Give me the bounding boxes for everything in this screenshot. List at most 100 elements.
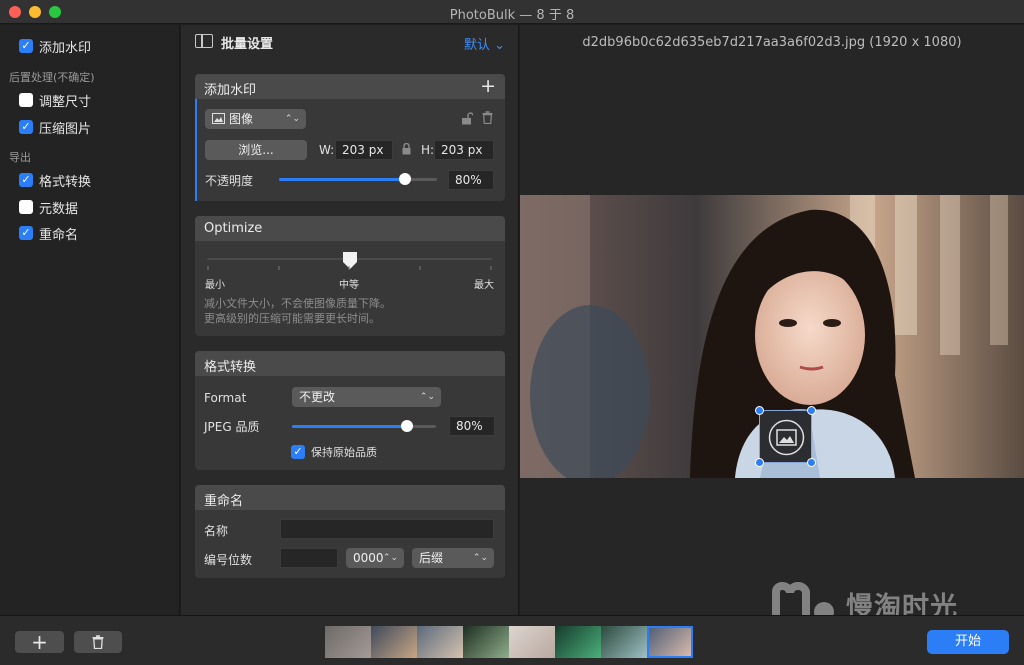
thumbnail[interactable] [601, 626, 647, 658]
optimize-mid-label: 中等 [339, 280, 359, 291]
digits-label: 编号位数 [204, 553, 253, 567]
format-checkbox[interactable] [19, 173, 33, 187]
watermark-overlay[interactable] [755, 406, 816, 467]
keep-quality-checkbox[interactable] [291, 445, 305, 459]
name-label: 名称 [204, 524, 229, 538]
select-value: 0000 [353, 551, 384, 565]
section-post-processing: 后置处理(不确定) [9, 71, 95, 84]
section-export: 导出 [9, 151, 31, 164]
sidebar-toggle-icon[interactable] [195, 34, 213, 48]
jpeg-quality-slider[interactable] [292, 420, 436, 432]
compress-checkbox[interactable] [19, 120, 33, 134]
select-value: 图像 [229, 112, 254, 126]
resize-handle[interactable] [755, 406, 764, 415]
resize-handle[interactable] [807, 406, 816, 415]
trash-icon [92, 635, 104, 649]
thumbnail-selected[interactable] [647, 626, 693, 658]
bottom-toolbar: + 开始 [0, 615, 1024, 665]
preset-dropdown[interactable]: 默认 ⌄ [464, 34, 505, 53]
metadata-checkbox[interactable] [19, 200, 33, 214]
lock-icon[interactable] [402, 143, 411, 155]
chevron-updown-icon: ⌃⌄ [284, 114, 300, 124]
select-value: 后缀 [419, 551, 444, 565]
keep-quality-label: 保持原始品质 [311, 446, 377, 459]
optimize-max-label: 最大 [474, 280, 494, 291]
thumbnail[interactable] [463, 626, 509, 658]
watermark-checkbox[interactable] [19, 39, 33, 53]
delete-images-button[interactable] [74, 631, 122, 653]
preview-panel: d2db96b0c62d635eb7d217aa3a6f02d3.jpg (19… [520, 25, 1024, 615]
format-card: 格式转换 Format 不更改 ⌃⌄ JPEG 品质 80% 保持原始品质 [195, 351, 505, 470]
optimize-description: 减小文件大小，不会使图像质量下降。 更高级别的压缩可能需要更长时间。 [204, 296, 391, 326]
add-watermark-button[interactable]: + [480, 75, 496, 97]
sidebar-item-label: 格式转换 [39, 174, 92, 190]
thumbnail[interactable] [509, 626, 555, 658]
image-icon [212, 113, 225, 124]
sidebar-item-rename[interactable]: 重命名 [19, 224, 79, 243]
optimize-min-label: 最小 [205, 280, 225, 291]
panel-title: 批量设置 [221, 37, 274, 52]
suffix-select[interactable]: 后缀 ⌃⌄ [412, 548, 494, 568]
chevron-updown-icon: ⌃⌄ [472, 553, 488, 563]
resize-handle[interactable] [807, 458, 816, 467]
card-title: 格式转换 [204, 360, 257, 375]
height-label: H: [421, 143, 435, 157]
sidebar-item-metadata[interactable]: 元数据 [19, 198, 78, 217]
card-title: 添加水印 [204, 83, 257, 98]
opacity-value-field[interactable]: 80% [448, 170, 494, 190]
window-title: PhotoBulk — 8 于 8 [449, 8, 575, 23]
name-field[interactable] [280, 519, 494, 539]
resize-handle[interactable] [755, 458, 764, 467]
thumbnail[interactable] [417, 626, 463, 658]
optimize-description-line: 减小文件大小，不会使图像质量下降。 [204, 297, 391, 310]
select-value: 不更改 [299, 390, 336, 404]
format-select[interactable]: 不更改 ⌃⌄ [292, 387, 441, 407]
digits-field[interactable] [280, 548, 338, 568]
card-title: Optimize [204, 221, 263, 236]
optimize-description-line: 更高级别的压缩可能需要更长时间。 [204, 312, 380, 325]
settings-header: 批量设置 默认 ⌄ [181, 25, 519, 59]
chevron-updown-icon: ⌃⌄ [419, 392, 435, 402]
thumbnail[interactable] [555, 626, 601, 658]
optimize-ticks [207, 266, 492, 270]
sidebar-item-label: 调整尺寸 [39, 94, 92, 110]
browse-button[interactable]: 浏览... [205, 140, 307, 160]
optimize-slider[interactable] [207, 252, 492, 269]
sidebar-item-label: 添加水印 [39, 40, 92, 56]
width-field[interactable]: 203 px [335, 140, 393, 160]
jpeg-quality-slider-handle[interactable] [401, 420, 413, 432]
sidebar-item-label: 重命名 [39, 227, 79, 243]
trash-icon[interactable] [482, 111, 493, 124]
jpeg-quality-label: JPEG 品质 [204, 420, 260, 434]
sidebar-item-resize[interactable]: 调整尺寸 [19, 91, 92, 110]
settings-panel: 批量设置 默认 ⌄ 添加水印 + 图像 ⌃⌄ 浏览... W: 203 px H… [181, 25, 519, 615]
rename-checkbox[interactable] [19, 226, 33, 240]
rename-card: 重命名 名称 编号位数 0000 ⌃⌄ 后缀 ⌃⌄ [195, 485, 505, 578]
watermark-type-select[interactable]: 图像 ⌃⌄ [205, 109, 306, 129]
format-card-header: 格式转换 [195, 351, 505, 376]
selection-indicator [195, 99, 197, 201]
jpeg-quality-value-field[interactable]: 80% [449, 416, 495, 436]
sidebar-item-label: 压缩图片 [39, 121, 92, 137]
sidebar-item-compress[interactable]: 压缩图片 [19, 118, 92, 137]
add-images-button[interactable]: + [15, 630, 64, 654]
opacity-slider-handle[interactable] [399, 173, 411, 185]
thumbnail[interactable] [371, 626, 417, 658]
preview-image [520, 195, 1024, 478]
preview-filename: d2db96b0c62d635eb7d217aa3a6f02d3.jpg (19… [582, 35, 962, 50]
height-field[interactable]: 203 px [434, 140, 494, 160]
sidebar: 添加水印 后置处理(不确定) 调整尺寸 压缩图片 导出 格式转换 元数据 重命名 [0, 25, 180, 615]
keep-quality-option[interactable]: 保持原始品质 [291, 443, 377, 461]
digits-pattern-select[interactable]: 0000 ⌃⌄ [346, 548, 404, 568]
thumbnail[interactable] [325, 626, 371, 658]
unlock-icon[interactable] [461, 112, 473, 125]
image-icon [768, 419, 805, 456]
rename-card-header: 重命名 [195, 485, 505, 510]
sidebar-item-format[interactable]: 格式转换 [19, 171, 92, 190]
opacity-slider[interactable] [279, 173, 437, 185]
chevron-down-icon: ⌄ [494, 38, 505, 53]
sidebar-item-watermark[interactable]: 添加水印 [19, 37, 92, 56]
watermark-card: 添加水印 + 图像 ⌃⌄ 浏览... W: 203 px H: 203 px 不… [195, 74, 505, 201]
start-button[interactable]: 开始 [927, 630, 1009, 654]
resize-checkbox[interactable] [19, 93, 33, 107]
